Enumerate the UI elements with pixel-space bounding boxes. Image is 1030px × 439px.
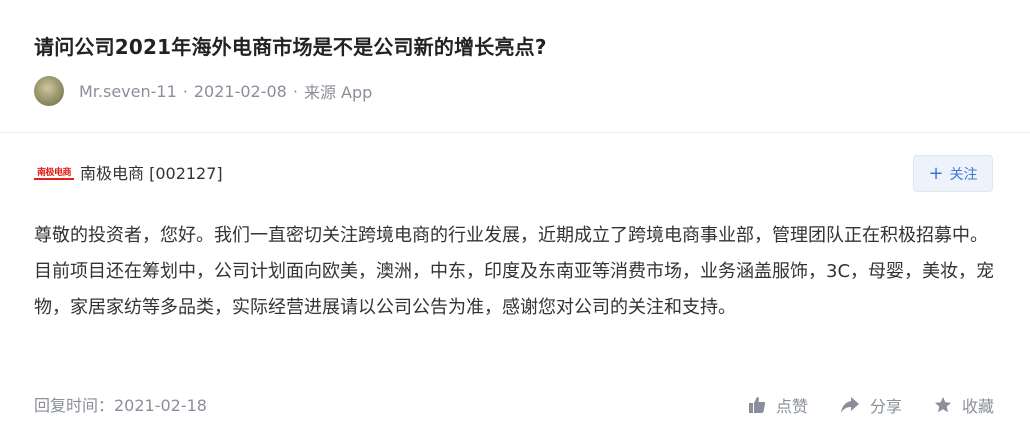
reply-time: 回复时间：2021-02-18	[34, 396, 207, 415]
question-title: 请问公司2021年海外电商市场是不是公司新的增长亮点?	[34, 35, 547, 60]
divider	[0, 132, 1030, 133]
avatar[interactable]	[34, 76, 64, 106]
share-label: 分享	[869, 397, 902, 416]
action-bar: 点赞 分享 收藏	[716, 392, 994, 418]
meta-separator: ·	[292, 81, 298, 101]
star-icon	[934, 397, 951, 413]
question-date: 2021-02-08	[193, 81, 287, 101]
question-source: 来源 App	[303, 83, 373, 102]
follow-button[interactable]: + 关注	[913, 155, 993, 192]
favorite-button[interactable]: 收藏	[934, 393, 994, 417]
company-name-code[interactable]: 南极电商 [002127]	[80, 160, 223, 184]
question-meta: Mr.seven-11 · 2021-02-08 · 来源 App	[34, 74, 372, 108]
company-header: 南极电商 南极电商 [002127]	[34, 160, 223, 184]
username[interactable]: Mr.seven-11	[79, 82, 177, 101]
like-label: 点赞	[775, 397, 808, 416]
thumbs-up-icon	[748, 397, 766, 413]
company-logo: 南极电商	[34, 164, 74, 180]
follow-label: 关注	[949, 166, 978, 183]
like-button[interactable]: 点赞	[748, 393, 808, 417]
share-icon	[840, 397, 859, 413]
meta-separator: ·	[182, 81, 188, 101]
plus-icon: +	[928, 162, 944, 184]
answer-text: 尊敬的投资者，您好。我们一直密切关注跨境电商的行业发展，近期成立了跨境电商事业部…	[34, 225, 995, 318]
favorite-label: 收藏	[961, 397, 994, 416]
share-button[interactable]: 分享	[840, 393, 902, 417]
